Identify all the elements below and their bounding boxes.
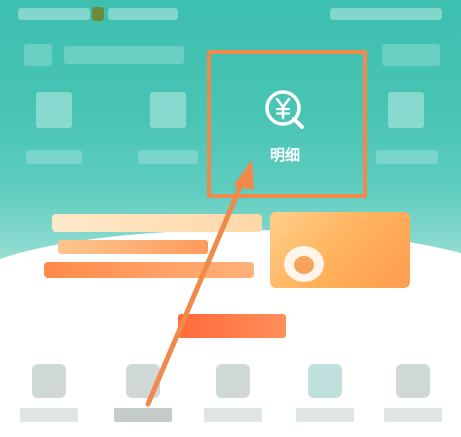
app-screen: 明细 [0,0,461,437]
annotation-arrow [145,160,254,407]
arrow-head [233,160,254,190]
arrow-shaft [145,175,247,407]
